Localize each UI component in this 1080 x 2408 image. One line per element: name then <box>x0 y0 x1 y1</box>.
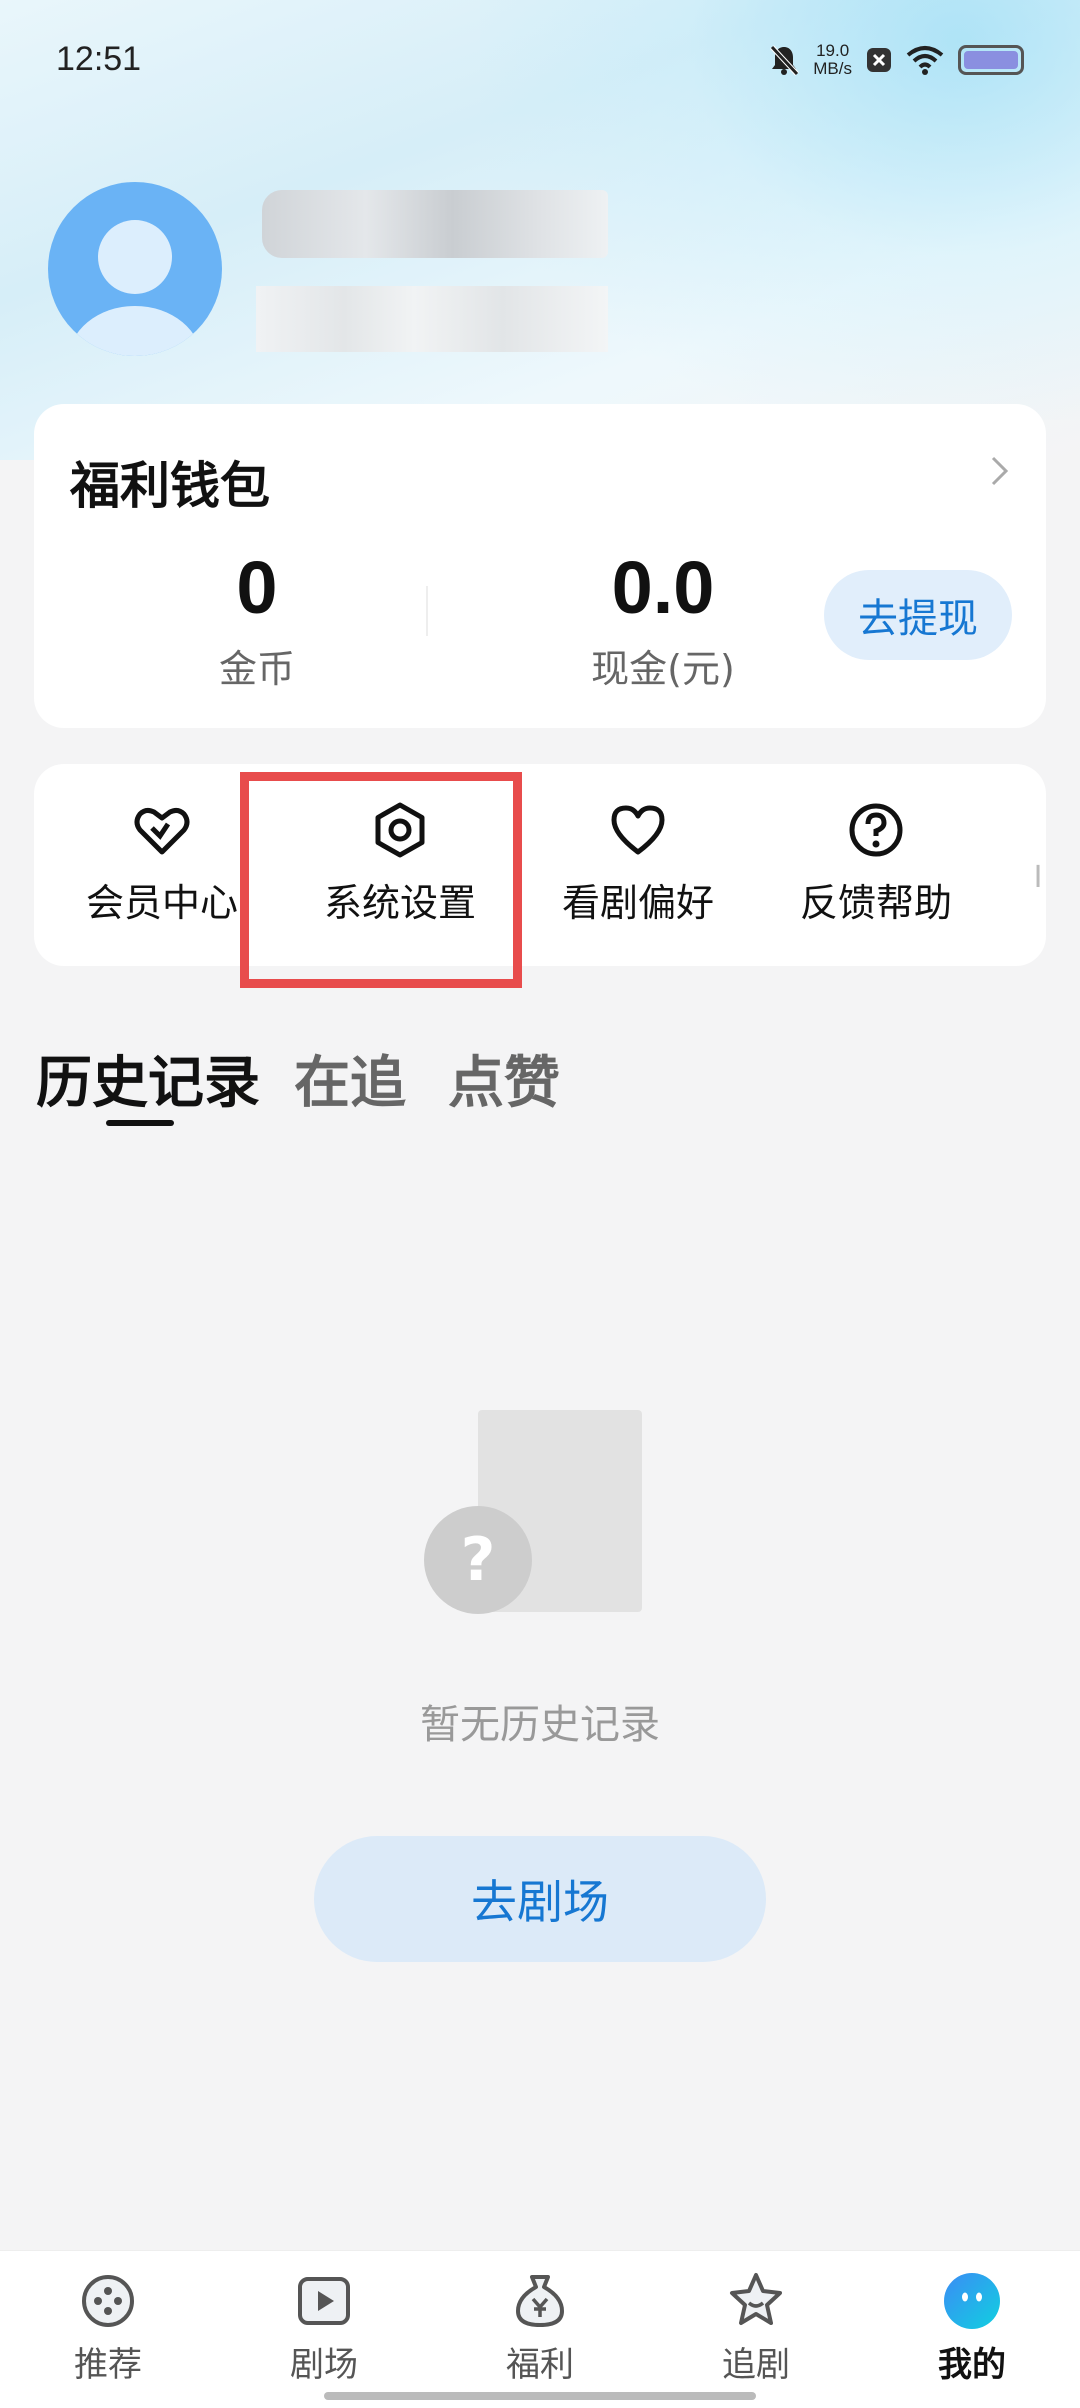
stat-divider <box>426 586 428 636</box>
status-time: 12:51 <box>56 40 142 78</box>
nav-item-mine[interactable]: 我的 <box>892 2269 1052 2386</box>
user-id-redacted <box>256 286 608 352</box>
tab-indicator <box>106 1120 174 1126</box>
quick-item-label: 反馈帮助 <box>799 881 952 925</box>
quick-item-label: 看剧偏好 <box>561 881 714 925</box>
nav-item-recommend[interactable]: 推荐 <box>28 2269 188 2386</box>
nav-label: 推荐 <box>74 2345 142 2385</box>
status-icons: 19.0 MB/s <box>769 42 1024 78</box>
nav-label: 追剧 <box>722 2345 790 2385</box>
money-bag-icon <box>516 2275 564 2327</box>
vip-heart-icon <box>134 807 190 855</box>
nav-item-welfare[interactable]: 福利 <box>460 2269 620 2386</box>
withdraw-button[interactable]: 去提现 <box>824 570 1012 660</box>
wallet-card[interactable]: 福利钱包 0 金币 0.0 现金(元) 去提现 <box>34 404 1046 728</box>
nav-label: 福利 <box>506 2345 574 2385</box>
question-mark-icon: ? <box>424 1506 532 1614</box>
avatar[interactable] <box>48 182 222 356</box>
username-redacted <box>262 190 608 258</box>
quick-item-label: 系统设置 <box>323 881 476 925</box>
profile-face-icon <box>944 2273 1000 2329</box>
quick-menu-overflow-hint: I <box>1033 860 1043 895</box>
quick-item-viewing-preference[interactable]: 看剧偏好 <box>538 800 738 927</box>
quick-item-feedback-help[interactable]: 反馈帮助 <box>776 800 976 927</box>
network-speed-value: 19.0 <box>816 41 850 60</box>
coins-value: 0 <box>236 546 278 629</box>
star-icon <box>730 2273 782 2325</box>
nav-label: 我的 <box>938 2345 1006 2385</box>
coins-stat[interactable]: 0 金币 <box>152 544 362 693</box>
tab-following[interactable]: 在追 <box>294 1038 406 1119</box>
quick-item-vip-center[interactable]: 会员中心 <box>62 800 262 927</box>
coins-label: 金币 <box>218 647 295 691</box>
nav-item-following[interactable]: 追剧 <box>676 2269 836 2386</box>
nav-label: 剧场 <box>290 2345 358 2385</box>
chevron-right-icon[interactable] <box>982 454 1016 488</box>
nav-item-theater[interactable]: 剧场 <box>244 2269 404 2386</box>
wallet-title: 福利钱包 <box>70 457 270 515</box>
network-speed: 19.0 MB/s <box>813 42 852 78</box>
play-icon <box>298 2277 350 2325</box>
battery-icon <box>958 45 1024 75</box>
network-speed-unit: MB/s <box>813 59 852 78</box>
quick-item-system-settings[interactable]: 系统设置 <box>300 800 500 927</box>
tab-history[interactable]: 历史记录 <box>36 1038 260 1119</box>
quick-item-label: 会员中心 <box>85 881 238 925</box>
heart-icon <box>611 805 665 855</box>
status-bar: 12:51 19.0 MB/s <box>0 0 1080 120</box>
close-badge-icon <box>867 48 891 72</box>
cash-label: 现金(元) <box>591 647 735 691</box>
film-reel-icon <box>82 2275 134 2327</box>
wifi-icon <box>906 46 944 75</box>
go-theater-button[interactable]: 去剧场 <box>314 1836 766 1962</box>
mute-bell-icon <box>770 45 800 76</box>
empty-state-message: 暂无历史记录 <box>420 1702 660 1748</box>
home-indicator <box>324 2392 756 2400</box>
tab-likes[interactable]: 点赞 <box>448 1038 560 1119</box>
cash-value: 0.0 <box>611 546 715 629</box>
settings-hex-icon <box>375 802 425 858</box>
bottom-nav: 推荐 剧场 福利 追剧 我的 <box>0 2250 1080 2408</box>
quick-menu: 会员中心 系统设置 看剧偏好 反馈帮助 I <box>34 764 1046 966</box>
help-circle-icon <box>849 803 903 857</box>
cash-stat[interactable]: 0.0 现金(元) <box>528 544 798 693</box>
